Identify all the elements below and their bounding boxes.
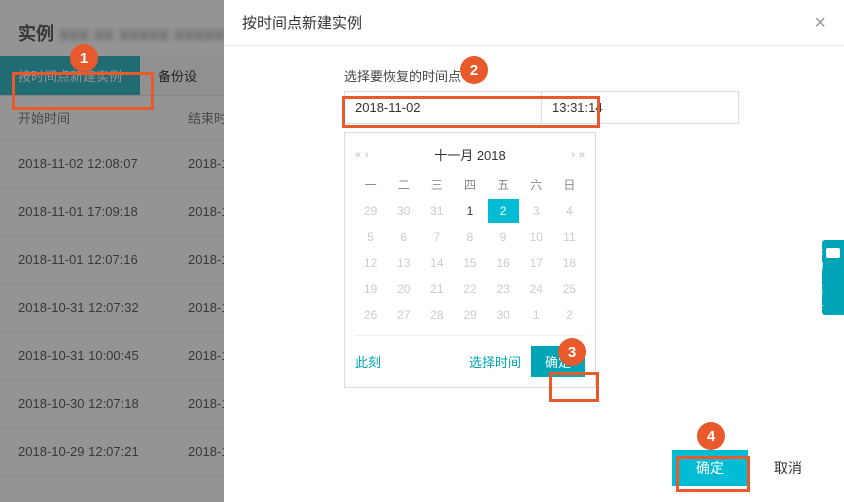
next-month-icon[interactable]: › <box>571 149 575 161</box>
time-input[interactable] <box>542 91 739 124</box>
calendar-day: 26 <box>355 303 386 327</box>
prev-month-icon[interactable]: ‹ <box>365 149 369 161</box>
datetime-inputs <box>344 91 724 124</box>
calendar-day[interactable]: 1 <box>454 199 485 223</box>
calendar-day: 3 <box>521 199 552 223</box>
calendar-weekday: 六 <box>521 172 552 197</box>
calendar-day: 30 <box>488 303 519 327</box>
calendar-day: 2 <box>554 303 585 327</box>
calendar-day: 31 <box>421 199 452 223</box>
calendar-day: 13 <box>388 251 419 275</box>
database-icon <box>826 248 840 258</box>
calendar-day: 8 <box>454 225 485 249</box>
calendar-day: 15 <box>454 251 485 275</box>
modal-create-by-time: 按时间点新建实例 × 选择要恢复的时间点 «‹ 十一月 2018 ›» 一二三四… <box>224 0 844 502</box>
calendar-day: 10 <box>521 225 552 249</box>
calendar-day: 7 <box>421 225 452 249</box>
calendar-weekday: 四 <box>454 172 485 197</box>
calendar-choose-time-link[interactable]: 选择时间 <box>469 352 521 371</box>
prev-year-icon[interactable]: « <box>355 149 361 161</box>
calendar-next-nav[interactable]: ›» <box>571 149 585 161</box>
calendar-day: 20 <box>388 277 419 301</box>
callout-marker-2: 2 <box>460 56 488 84</box>
calendar-day: 30 <box>388 199 419 223</box>
calendar-weekday: 三 <box>421 172 452 197</box>
callout-marker-1: 1 <box>70 44 98 72</box>
calendar-day: 24 <box>521 277 552 301</box>
calendar-day: 29 <box>454 303 485 327</box>
feedback-label: 咨询 · 建议 <box>810 248 824 307</box>
calendar-day: 23 <box>488 277 519 301</box>
calendar-day: 1 <box>521 303 552 327</box>
calendar-weekday: 二 <box>388 172 419 197</box>
calendar-day: 12 <box>355 251 386 275</box>
date-input[interactable] <box>344 91 542 124</box>
calendar-day: 21 <box>421 277 452 301</box>
cancel-button[interactable]: 取消 <box>756 450 820 486</box>
calendar-day: 27 <box>388 303 419 327</box>
calendar-weekday: 一 <box>355 172 386 197</box>
calendar-day: 9 <box>488 225 519 249</box>
calendar-day: 11 <box>554 225 585 249</box>
calendar-day: 14 <box>421 251 452 275</box>
calendar-weekday: 五 <box>488 172 519 197</box>
callout-marker-4: 4 <box>697 422 725 450</box>
next-year-icon[interactable]: » <box>579 149 585 161</box>
calendar-month-label: 十一月 2018 <box>434 145 506 164</box>
calendar-day: 28 <box>421 303 452 327</box>
modal-title: 按时间点新建实例 <box>242 12 362 33</box>
calendar-day[interactable]: 2 <box>488 199 519 223</box>
calendar-day: 16 <box>488 251 519 275</box>
calendar-day: 17 <box>521 251 552 275</box>
calendar-weekday: 日 <box>554 172 585 197</box>
calendar-now-link[interactable]: 此刻 <box>355 352 381 371</box>
field-label-restore-time: 选择要恢复的时间点 <box>344 66 724 85</box>
calendar-day: 18 <box>554 251 585 275</box>
close-icon[interactable]: × <box>814 13 826 33</box>
feedback-side-tab[interactable]: 咨询 · 建议 <box>822 240 844 315</box>
calendar-day: 22 <box>454 277 485 301</box>
calendar-day: 6 <box>388 225 419 249</box>
calendar-day: 29 <box>355 199 386 223</box>
calendar-day: 19 <box>355 277 386 301</box>
confirm-button[interactable]: 确定 <box>672 450 748 486</box>
calendar-day: 25 <box>554 277 585 301</box>
callout-marker-3: 3 <box>558 338 586 366</box>
calendar-day: 4 <box>554 199 585 223</box>
calendar-prev-nav[interactable]: «‹ <box>355 149 369 161</box>
calendar-day: 5 <box>355 225 386 249</box>
